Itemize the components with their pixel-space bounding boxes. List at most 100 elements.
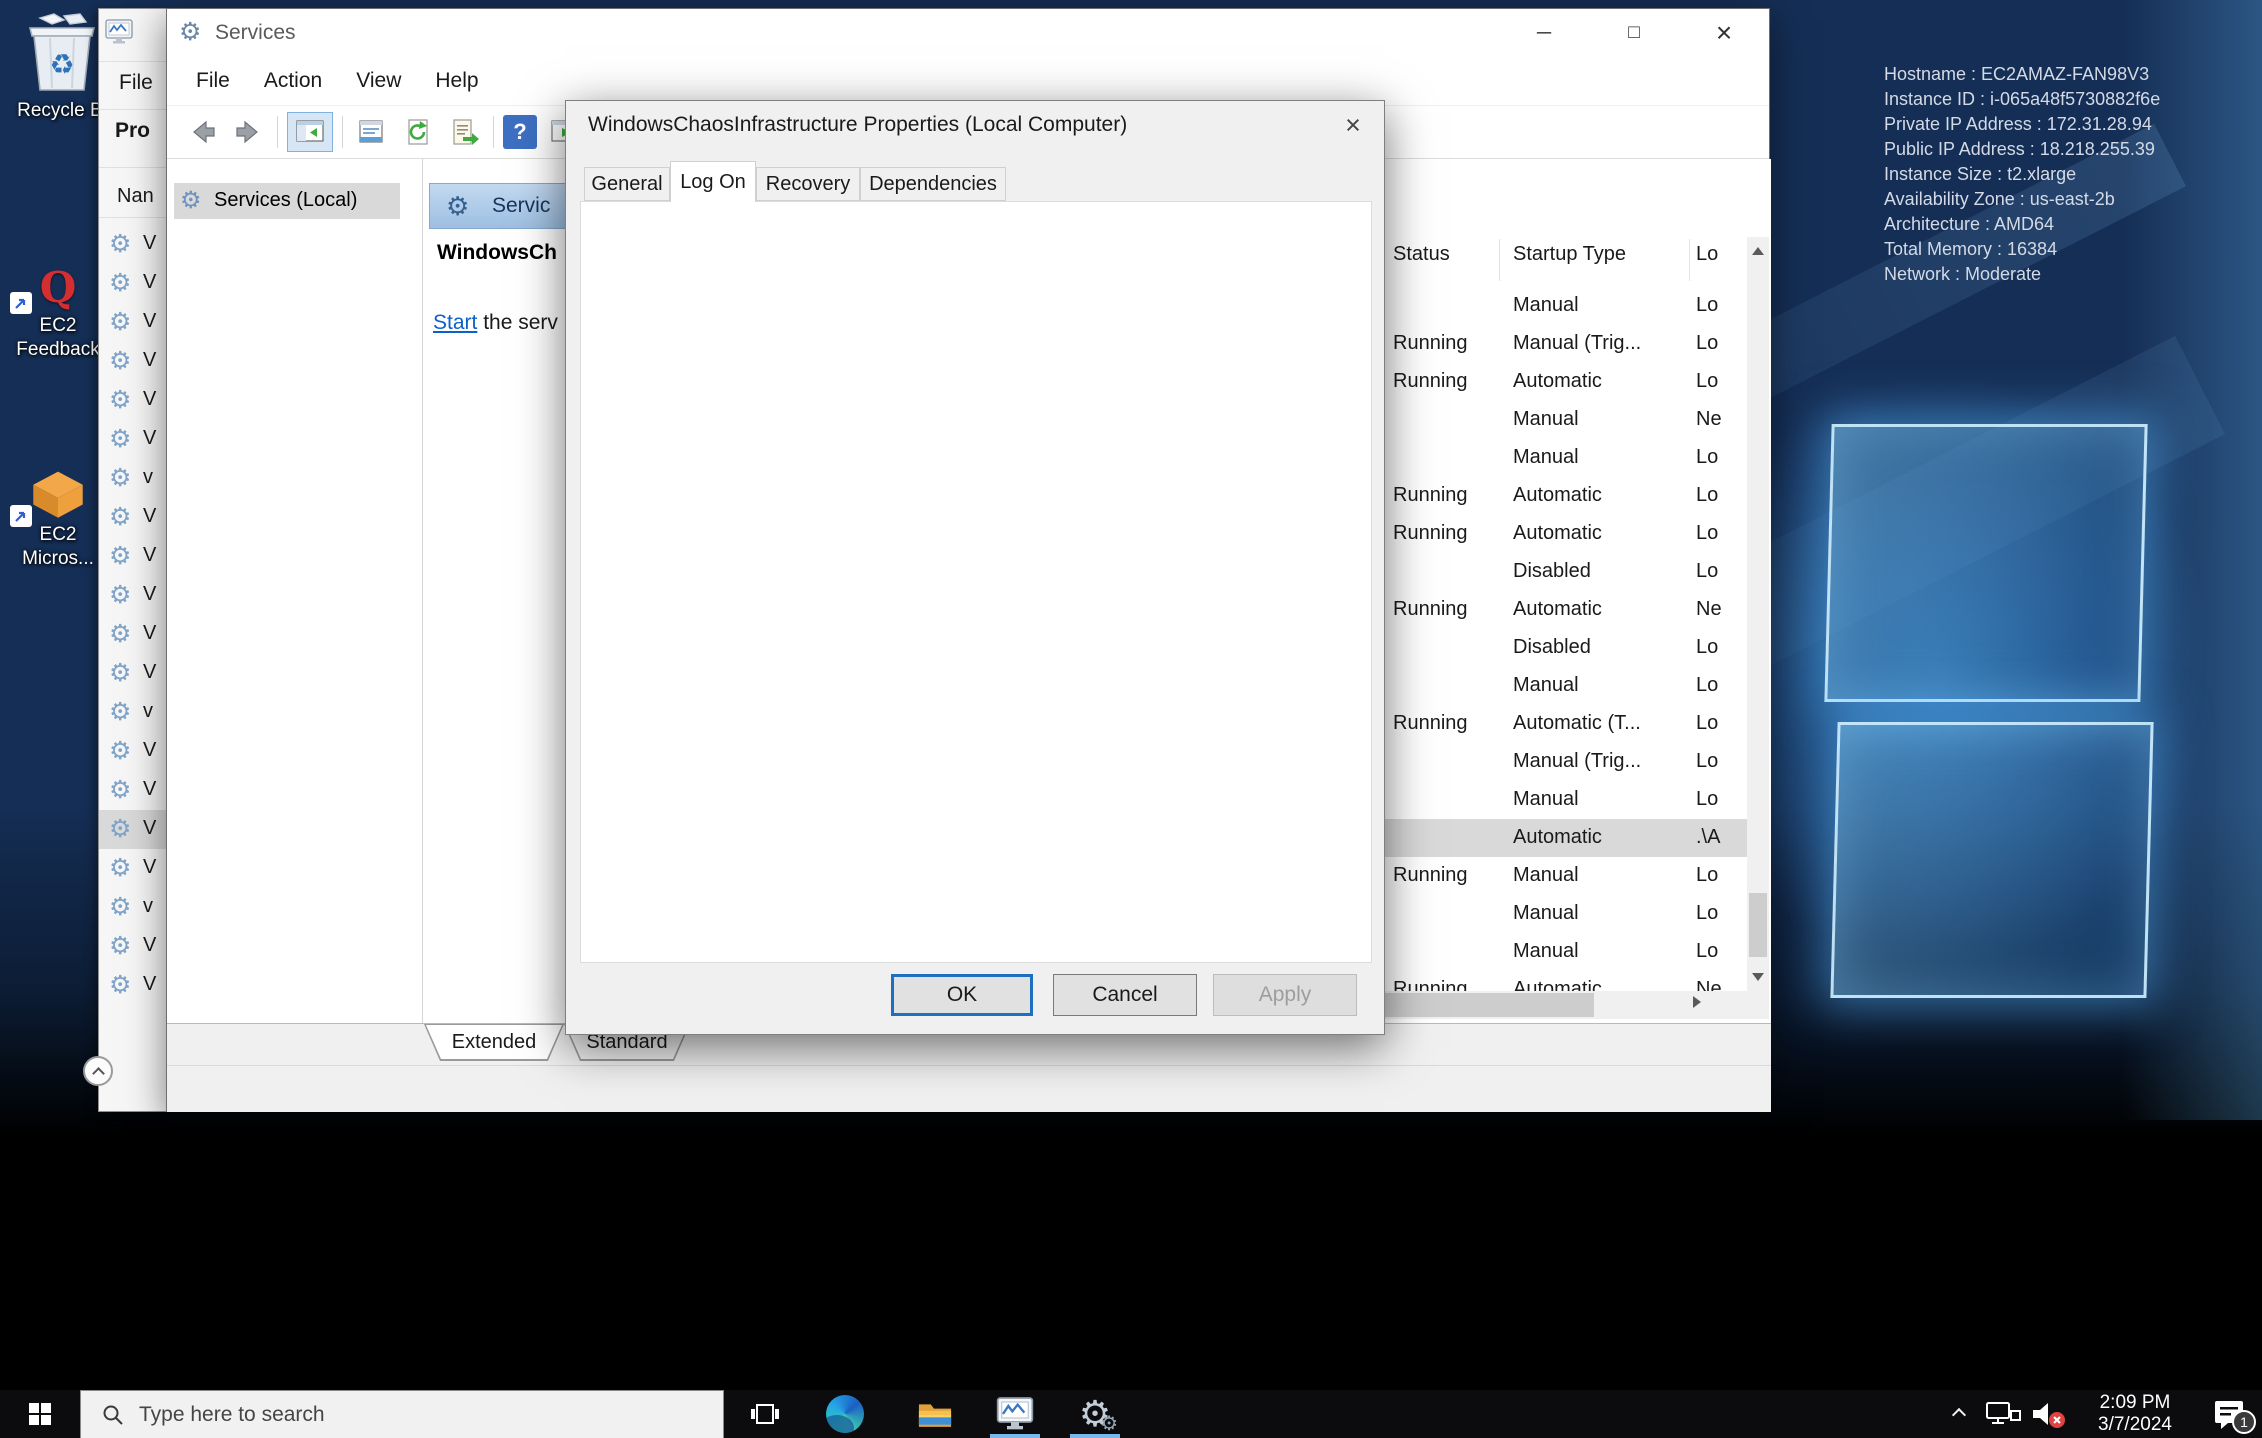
chevron-up-circle-icon[interactable] <box>83 1056 113 1086</box>
scrollbar-thumb[interactable] <box>1749 893 1767 957</box>
windows-logo-pane <box>1824 424 2147 702</box>
background-service-row[interactable]: ⚙V <box>99 927 166 966</box>
menu-file[interactable]: File <box>179 69 247 93</box>
system-info-line: Total Memory : 16384 <box>1884 237 2160 262</box>
service-description: Start the serv <box>433 311 558 335</box>
start-button[interactable] <box>0 1390 80 1438</box>
show-console-tree-button[interactable] <box>287 112 333 152</box>
maximize-button[interactable]: □ <box>1589 9 1679 57</box>
taskbar-search[interactable]: Type here to search <box>80 1390 724 1438</box>
gear-icon: ⚙ <box>109 736 131 766</box>
recycle-bin-icon: ♻ <box>24 12 100 94</box>
system-info-line: Architecture : AMD64 <box>1884 212 2160 237</box>
task-view-icon <box>749 1399 781 1429</box>
background-window-service-list: ⚙V⚙V⚙V⚙V⚙V⚙V⚙v⚙V⚙V⚙V⚙V⚙V⚙v⚙V⚙V⚙V⚙V⚙v⚙V⚙V <box>99 225 166 1005</box>
background-service-row[interactable]: ⚙V <box>99 342 166 381</box>
help-button[interactable]: ? <box>503 115 537 149</box>
volume-muted-icon[interactable] <box>2026 1390 2072 1438</box>
cell-logon: Lo <box>1696 712 1718 735</box>
scroll-right-button[interactable] <box>1683 991 1711 1019</box>
background-window-file-menu[interactable]: File <box>119 71 153 95</box>
background-service-row[interactable]: ⚙V <box>99 225 166 264</box>
background-service-row[interactable]: ⚙v <box>99 693 166 732</box>
task-view-button[interactable] <box>732 1390 798 1438</box>
background-service-row[interactable]: ⚙v <box>99 888 166 927</box>
network-icon[interactable] <box>1980 1390 2026 1438</box>
vertical-scrollbar[interactable] <box>1747 237 1769 1019</box>
background-service-row[interactable]: ⚙V <box>99 576 166 615</box>
log-on-tab-page <box>580 201 1372 963</box>
dialog-titlebar[interactable]: WindowsChaosInfrastructure Properties (L… <box>566 101 1384 149</box>
edge-icon <box>826 1395 864 1433</box>
gear-icon: ⚙ <box>109 580 131 610</box>
cell-startup: Manual <box>1513 674 1579 697</box>
menu-help[interactable]: Help <box>418 69 495 93</box>
background-service-row[interactable]: ⚙V <box>99 303 166 342</box>
back-button[interactable] <box>183 112 221 152</box>
gear-icon: ⚙ <box>109 970 131 1000</box>
menu-action[interactable]: Action <box>247 69 339 93</box>
background-service-row[interactable]: ⚙V <box>99 966 166 1005</box>
cell-startup: Automatic <box>1513 826 1602 849</box>
background-service-row[interactable]: ⚙V <box>99 810 166 849</box>
background-service-row[interactable]: ⚙v <box>99 459 166 498</box>
forward-button[interactable] <box>230 112 268 152</box>
tab-recovery[interactable]: Recovery <box>756 167 860 201</box>
cell-logon: Lo <box>1696 864 1718 887</box>
edge-button[interactable] <box>812 1390 878 1438</box>
taskbar-clock[interactable]: 2:09 PM 3/7/2024 <box>2080 1392 2190 1436</box>
start-service-link[interactable]: Start <box>433 311 477 334</box>
tray-chevron-up-icon[interactable] <box>1940 1390 1980 1438</box>
background-window-name-column[interactable]: Nan <box>117 185 154 208</box>
background-service-row[interactable]: ⚙V <box>99 771 166 810</box>
background-service-row[interactable]: ⚙V <box>99 537 166 576</box>
dialog-close-button[interactable]: × <box>1322 101 1384 149</box>
cell-startup: Automatic <box>1513 598 1602 621</box>
services-titlebar[interactable]: ⚙ Services ─ □ × <box>167 9 1769 57</box>
cancel-button[interactable]: Cancel <box>1053 974 1197 1016</box>
column-header-log-on-as[interactable]: Lo <box>1696 243 1718 266</box>
scroll-down-button[interactable] <box>1747 963 1769 991</box>
background-service-row[interactable]: ⚙V <box>99 849 166 888</box>
service-name-truncated: V <box>143 271 156 294</box>
system-info-line: Network : Moderate <box>1884 262 2160 287</box>
background-service-row[interactable]: ⚙V <box>99 381 166 420</box>
cell-status: Running <box>1393 332 1468 355</box>
cell-startup: Manual (Trig... <box>1513 750 1641 773</box>
perfmon-taskbar-button[interactable] <box>982 1390 1048 1438</box>
refresh-button[interactable] <box>399 112 437 152</box>
background-service-row[interactable]: ⚙V <box>99 732 166 771</box>
tab-general[interactable]: General <box>584 167 670 201</box>
console-tree-panel: ⚙ Services (Local) <box>167 159 423 1023</box>
background-service-row[interactable]: ⚙V <box>99 498 166 537</box>
tree-item-services-local[interactable]: ⚙ Services (Local) <box>174 183 400 219</box>
file-explorer-button[interactable] <box>902 1390 968 1438</box>
tab-log-on[interactable]: Log On <box>670 161 756 202</box>
menu-view[interactable]: View <box>339 69 418 93</box>
background-service-row[interactable]: ⚙V <box>99 420 166 459</box>
taskbar: Type here to search <box>0 1390 2262 1438</box>
column-header-startup-type[interactable]: Startup Type <box>1513 243 1626 266</box>
system-info-line: Availability Zone : us-east-2b <box>1884 187 2160 212</box>
notification-center-button[interactable]: 1 <box>2198 1390 2262 1438</box>
column-header-status[interactable]: Status <box>1393 243 1450 266</box>
tab-extended[interactable]: Extended <box>424 1024 564 1061</box>
tab-dependencies[interactable]: Dependencies <box>860 167 1006 201</box>
ok-button[interactable]: OK <box>891 974 1033 1016</box>
services-taskbar-button[interactable]: ⚙ ⚙ <box>1062 1390 1128 1438</box>
service-name-truncated: v <box>143 466 153 489</box>
background-service-row[interactable]: ⚙V <box>99 615 166 654</box>
status-bar <box>167 1065 1771 1112</box>
properties-button[interactable] <box>352 112 390 152</box>
system-info-line: Hostname : EC2AMAZ-FAN98V3 <box>1884 62 2160 87</box>
active-app-indicator <box>990 1434 1040 1438</box>
cell-startup: Manual (Trig... <box>1513 332 1641 355</box>
background-service-row[interactable]: ⚙V <box>99 654 166 693</box>
minimize-button[interactable]: ─ <box>1499 9 1589 57</box>
apply-button[interactable]: Apply <box>1213 974 1357 1016</box>
background-window[interactable]: File Pro Nan ⚙V⚙V⚙V⚙V⚙V⚙V⚙v⚙V⚙V⚙V⚙V⚙V⚙v⚙… <box>98 8 166 1112</box>
close-button[interactable]: × <box>1679 9 1769 57</box>
scroll-up-button[interactable] <box>1747 237 1769 265</box>
background-service-row[interactable]: ⚙V <box>99 264 166 303</box>
export-list-button[interactable] <box>446 112 484 152</box>
